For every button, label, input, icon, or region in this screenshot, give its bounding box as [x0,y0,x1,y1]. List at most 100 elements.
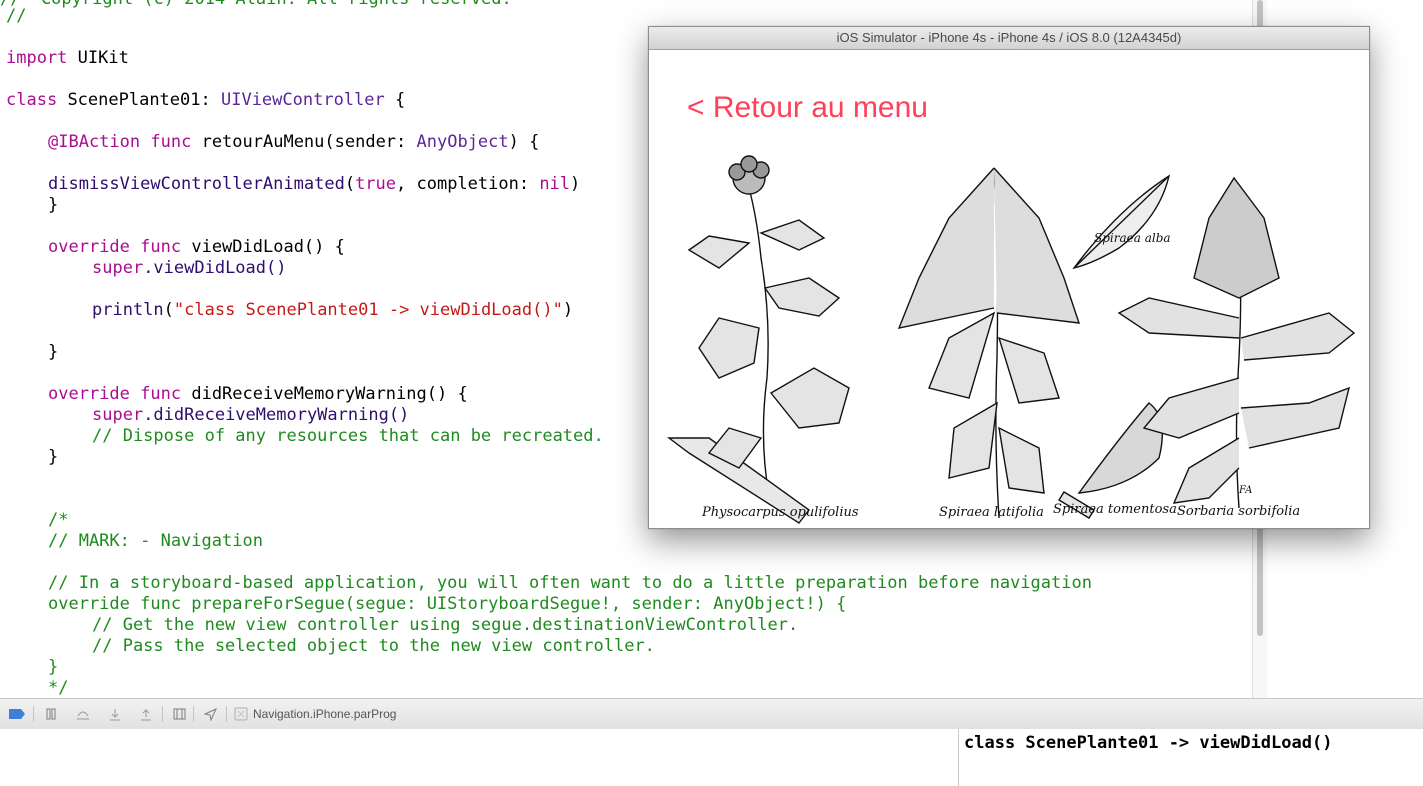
code-line: /* [48,510,68,531]
func-keyword: func [150,132,192,152]
caption-spiraea-alba: Spiraea alba [1094,231,1171,245]
location-icon[interactable] [202,706,218,722]
super-call: .didReceiveMemoryWarning() [143,405,410,425]
code-line: override func prepareForSegue(segue: UIS… [48,594,846,615]
simulator-titlebar[interactable]: iOS Simulator - iPhone 4s - iPhone 4s / … [649,27,1369,50]
pause-icon[interactable] [43,706,59,722]
code-line: super.didReceiveMemoryWarning() [92,405,409,426]
code-line: println("class ScenePlante01 -> viewDidL… [92,300,573,321]
console-divider[interactable] [958,729,959,786]
spiraea-latifolia-drawing [897,167,1081,519]
caption-spiraea-tomentosa: Spiraea tomentosa [1053,502,1177,517]
step-into-icon[interactable] [107,706,123,722]
func-keyword: func [140,237,182,257]
code-line: } [48,657,58,678]
dispose-comment: // Dispose of any resources that can be … [92,426,604,446]
super-keyword: super [92,405,144,425]
brace: } [48,342,59,362]
dismiss-call: dismissViewControllerAnimated [48,174,345,194]
import-keyword: import [6,48,68,68]
view-debug-icon[interactable] [171,706,187,722]
code-line: // [6,6,26,27]
simulator-screen[interactable]: < Retour au menu Physocarpus opulifolius… [649,50,1369,528]
brace: } [48,657,59,677]
comment-marker: // [6,6,27,26]
code-line: import UIKit [6,48,129,69]
mark-comment: // MARK: - Navigation [48,531,263,551]
signature-tail: ) { [508,132,540,152]
breakpoint-icon[interactable] [9,706,25,722]
paren: ) [570,174,581,194]
code-line: class ScenePlante01: UIViewController { [6,90,406,110]
scheme-icon [233,706,249,722]
separator [193,706,194,722]
code-line: super.viewDidLoad() [92,258,286,279]
string-literal: "class ScenePlante01 -> viewDidLoad()" [173,300,563,320]
code-line: override func didReceiveMemoryWarning() … [48,384,468,405]
scheme-label[interactable]: Navigation.iPhone.parProg [253,706,396,722]
prepare-for-segue-comment: override func prepareForSegue(segue: UIS… [48,594,847,614]
spiraea-alba-drawing [1072,174,1171,270]
block-comment-open: /* [48,510,69,530]
separator [226,706,227,722]
method-signature: didReceiveMemoryWarning() { [191,384,468,404]
code-line: } [48,447,58,468]
code-line: // Pass the selected object to the new v… [92,636,655,657]
separator [33,706,34,722]
code-line: // Copyright (c) 2014 Alain. All rights … [0,0,512,10]
caption-spiraea-latifolia: Spiraea latifolia [939,505,1044,520]
super-keyword: super [92,258,144,278]
true-keyword: true [355,174,397,194]
argument-label: , completion: [396,174,540,194]
override-keyword: override [48,237,130,257]
super-call: .viewDidLoad() [143,258,287,278]
step-out-icon[interactable] [138,706,154,722]
copyright-comment: // Copyright (c) 2014 Alain. All rights … [0,0,512,9]
physocarpus-drawing [666,155,850,524]
paren: ) [562,300,574,320]
spiraea-tomentosa-drawing [1058,402,1163,519]
override-keyword: override [48,384,130,404]
simulator-title: iOS Simulator - iPhone 4s - iPhone 4s / … [836,30,1182,45]
method-signature: viewDidLoad() { [191,237,345,257]
console-output: class ScenePlante01 -> viewDidLoad() [964,733,1333,753]
println-call: println [92,300,164,320]
code-line: } [48,195,58,216]
ibaction-attribute: @IBAction [48,132,141,152]
import-module: UIKit [77,48,129,68]
paren: ( [163,300,174,320]
caption-physocarpus: Physocarpus opulifolius [701,505,859,520]
brace: } [48,447,59,467]
brace: } [48,195,59,215]
action-signature: retourAuMenu(sender: [201,132,417,152]
class-keyword: class [6,90,58,110]
code-line: } [48,342,58,363]
class-name: ScenePlante01 [67,90,201,110]
code-line: */ [48,678,68,698]
code-line: // MARK: - Navigation [48,531,263,552]
step-over-icon[interactable] [75,706,91,722]
code-line: // In a storyboard-based application, yo… [48,573,1092,594]
block-comment-close: */ [48,678,69,698]
code-line: @IBAction func retourAuMenu(sender: AnyO… [48,132,539,153]
func-keyword: func [140,384,182,404]
storyboard-comment: // In a storyboard-based application, yo… [48,573,1092,593]
code-line: dismissViewControllerAnimated(true, comp… [48,174,580,195]
ios-simulator-window[interactable]: iOS Simulator - iPhone 4s - iPhone 4s / … [648,26,1370,529]
debug-bar: Navigation.iPhone.parProg [0,698,1423,730]
paren: ( [344,174,356,194]
nil-keyword: nil [539,174,571,194]
caption-sorbaria: Sorbaria sorbifolia [1177,504,1300,519]
plant-illustration: Physocarpus opulifolius Spiraea alba Spi… [666,155,1356,524]
separator [162,706,163,722]
code-line: // Get the new view controller using seg… [92,615,798,636]
pass-object-comment: // Pass the selected object to the new v… [92,636,655,656]
back-to-menu-button[interactable]: < Retour au menu [687,90,928,126]
superclass-name: UIViewController [220,90,385,110]
get-controller-comment: // Get the new view controller using seg… [92,615,799,635]
brace: { [395,90,406,110]
type-name: AnyObject [416,132,509,152]
code-line: override func viewDidLoad() { [48,237,345,258]
code-line: // Dispose of any resources that can be … [92,426,604,447]
artist-mark: FA [1238,485,1252,496]
